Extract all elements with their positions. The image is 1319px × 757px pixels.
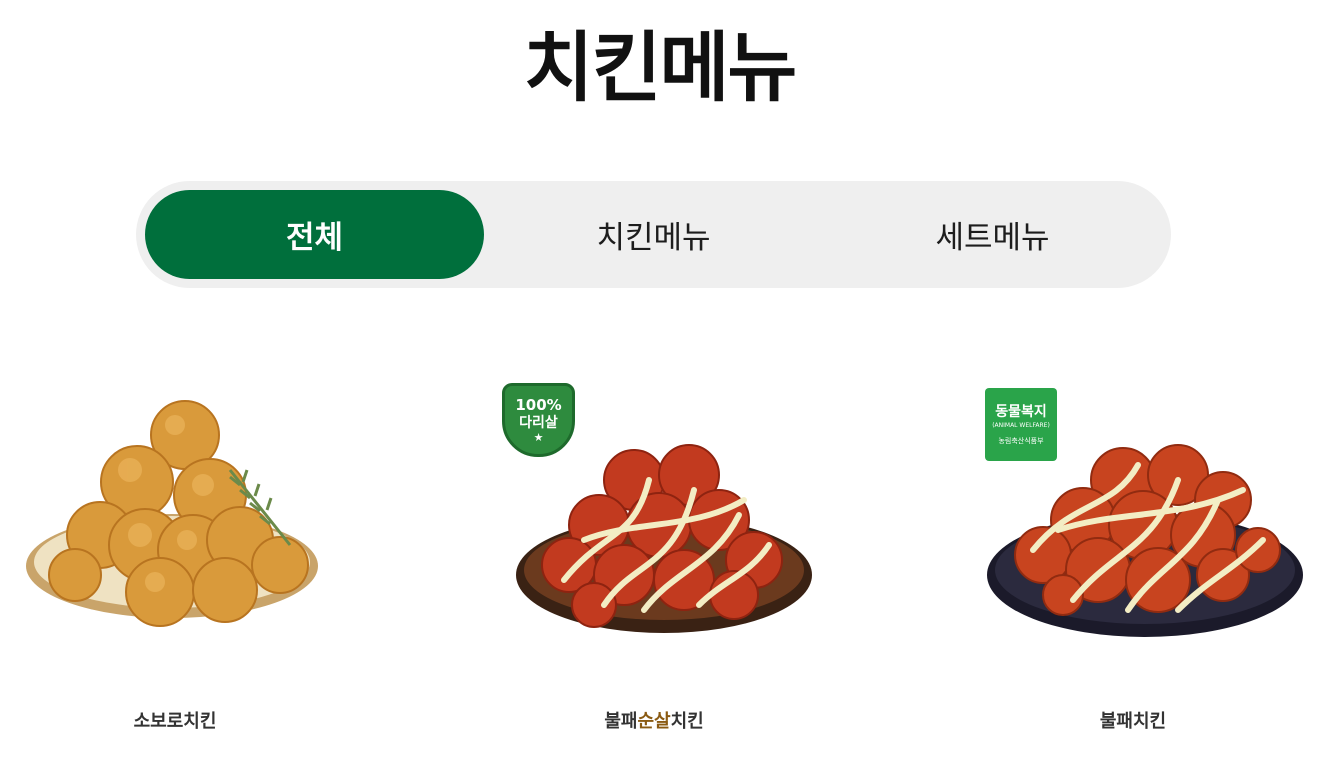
product-name[interactable]: 소보로치킨 <box>5 707 345 733</box>
product-card[interactable]: 100% 다리살 ★ 불패순살치킨 <box>484 370 824 740</box>
drumstick-100-badge: 100% 다리살 ★ <box>502 383 575 457</box>
category-tabs: 전체 치킨메뉴 세트메뉴 <box>136 181 1171 288</box>
animal-welfare-badge: 동물복지 (ANIMAL WELFARE) 농림축산식품부 <box>985 388 1057 461</box>
tab-chicken-menu[interactable]: 치킨메뉴 <box>484 190 823 279</box>
badge-line1: 100% <box>515 396 562 414</box>
product-name-part: 불패 <box>604 711 638 732</box>
product-card[interactable]: 소보로치킨 <box>5 370 345 740</box>
product-name[interactable]: 불패치킨 <box>963 707 1303 733</box>
product-card[interactable]: 동물복지 (ANIMAL WELFARE) 농림축산식품부 불패치킨 <box>963 370 1303 740</box>
star-icon: ★ <box>533 431 544 444</box>
badge-line3: 농림축산식품부 <box>998 436 1044 445</box>
product-name[interactable]: 불패순살치킨 <box>484 707 824 733</box>
product-name-highlight: 순살 <box>637 711 671 732</box>
badge-line2: (ANIMAL WELFARE) <box>992 421 1050 429</box>
fried-chicken-plate-image[interactable] <box>5 370 345 660</box>
page-title: 치킨메뉴 <box>523 23 798 112</box>
badge-line2: 다리살 <box>519 415 558 431</box>
tab-all[interactable]: 전체 <box>145 190 484 279</box>
product-name-part: 치킨 <box>670 711 704 732</box>
badge-line1: 동물복지 <box>995 403 1047 420</box>
tab-set-menu[interactable]: 세트메뉴 <box>823 190 1162 279</box>
